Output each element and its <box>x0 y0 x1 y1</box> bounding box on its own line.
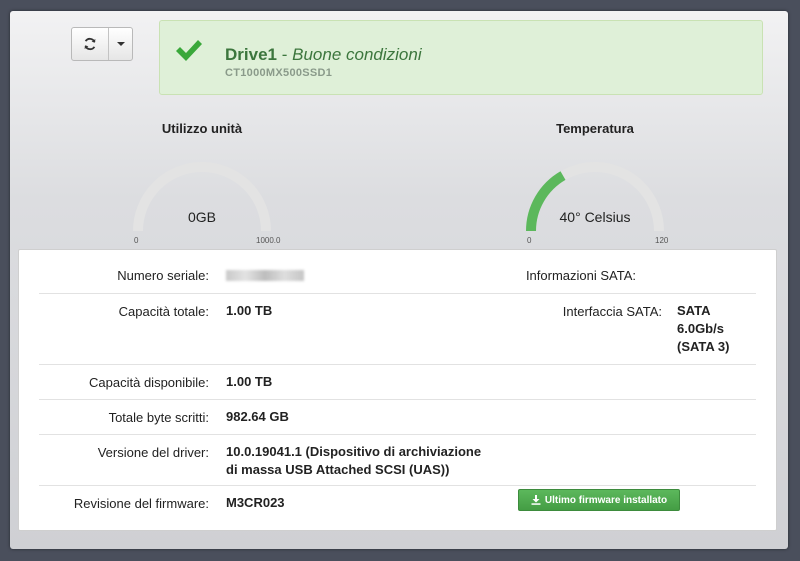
title-separator: - <box>281 45 288 64</box>
available-value: 1.00 TB <box>226 374 273 389</box>
sata-info-label: Informazioni SATA: <box>525 268 636 283</box>
temperature-gauge-value: 40° Celsius <box>559 209 631 225</box>
available-label: Capacità disponibile: <box>89 375 209 390</box>
temperature-gauge-min: 0 <box>527 236 532 245</box>
caret-down-icon <box>116 42 125 46</box>
serial-label: Numero seriale: <box>117 268 209 283</box>
usage-gauge-title: Utilizzo unità <box>161 121 243 136</box>
refresh-icon <box>84 37 96 51</box>
temperature-gauge: Temperatura 40° Celsius 0 120 <box>515 121 675 245</box>
usage-gauge-max: 1000.0 <box>256 236 281 245</box>
written-value: 982.64 GB <box>226 409 289 424</box>
firmware-row: Revisione del firmware: M3CR023 Ultimo f… <box>39 486 756 520</box>
firmware-status-label: Ultimo firmware installato <box>544 494 668 506</box>
driver-value: 10.0.19041.1 (Dispositivo di archiviazio… <box>226 443 481 479</box>
driver-line1: 10.0.19041.1 (Dispositivo di archiviazio… <box>226 444 482 459</box>
serial-row: Numero seriale: Informazioni SATA: <box>39 258 756 294</box>
drive-name: Drive1 <box>225 45 277 64</box>
written-row: Totale byte scritti: 982.64 GB <box>39 400 756 435</box>
sata-interface-line2: 6.0Gb/s <box>677 321 724 336</box>
usage-gauge-value: 0GB <box>187 209 216 225</box>
sata-interface-value: SATA 6.0Gb/s (SATA 3) <box>677 302 729 356</box>
temperature-gauge-max: 120 <box>655 236 669 245</box>
written-label: Totale byte scritti: <box>108 410 209 425</box>
drive-status-banner: Drive1 - Buone condizioni CT1000MX500SSD… <box>159 20 763 95</box>
drive-model: CT1000MX500SSD1 <box>225 67 333 79</box>
sata-interface-line1: SATA <box>677 303 711 318</box>
driver-line2: di massa USB Attached SCSI (UAS)) <box>226 462 450 477</box>
usage-gauge: Utilizzo unità 0GB 0 1000.0 <box>122 121 282 245</box>
check-icon <box>176 40 202 61</box>
refresh-button-group <box>71 27 133 61</box>
capacity-value: 1.00 TB <box>226 303 273 318</box>
capacity-label: Capacità totale: <box>118 304 209 319</box>
refresh-button[interactable] <box>72 28 109 60</box>
available-row: Capacità disponibile: 1.00 TB <box>39 365 756 400</box>
driver-label: Versione del driver: <box>97 445 209 460</box>
sata-interface-line3: (SATA 3) <box>677 339 730 354</box>
driver-row: Versione del driver: 10.0.19041.1 (Dispo… <box>39 435 756 486</box>
drive-details-panel: Numero seriale: Informazioni SATA: Capac… <box>18 249 777 531</box>
firmware-status-button[interactable]: Ultimo firmware installato <box>518 489 680 511</box>
firmware-value: M3CR023 <box>226 495 285 510</box>
refresh-options-dropdown[interactable] <box>109 28 132 60</box>
sata-interface-label: Interfaccia SATA: <box>562 304 662 319</box>
temperature-gauge-title: Temperatura <box>556 121 634 136</box>
drive-condition: Buone condizioni <box>292 45 422 64</box>
drive-status-window: Drive1 - Buone condizioni CT1000MX500SSD… <box>10 11 788 549</box>
capacity-row: Capacità totale: 1.00 TB Interfaccia SAT… <box>39 294 756 365</box>
drive-title: Drive1 - Buone condizioni <box>225 45 422 65</box>
usage-gauge-min: 0 <box>134 236 139 245</box>
firmware-label: Revisione del firmware: <box>73 496 209 511</box>
download-icon <box>531 495 541 505</box>
serial-value-redacted <box>226 267 304 286</box>
